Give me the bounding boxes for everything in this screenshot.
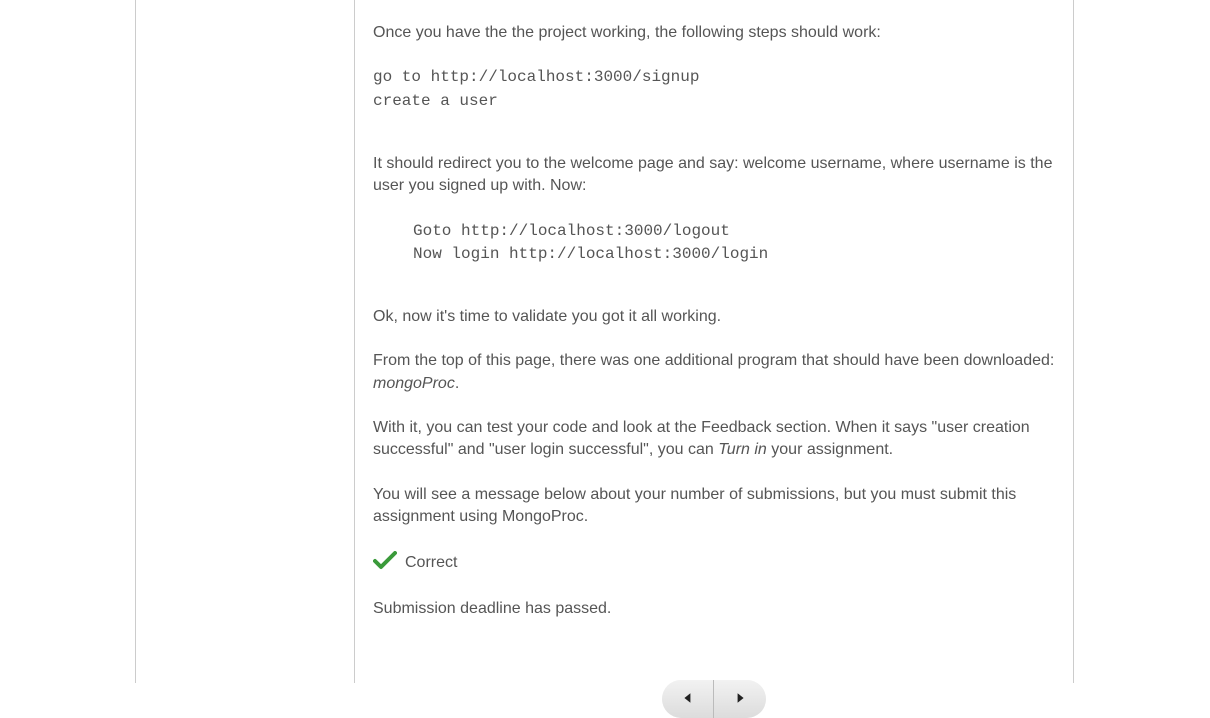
code-block-signup: go to http://localhost:3000/signup creat… (373, 66, 1055, 112)
feedback-text-post: your assignment. (767, 441, 893, 458)
submission-note: You will see a message below about your … (373, 484, 1055, 529)
turn-in-label: Turn in (718, 441, 767, 458)
download-text-pre: From the top of this page, there was one… (373, 352, 1054, 369)
feedback-text: With it, you can test your code and look… (373, 417, 1055, 462)
validate-text: Ok, now it's time to validate you got it… (373, 306, 1055, 328)
deadline-text: Submission deadline has passed. (373, 598, 1055, 620)
triangle-right-icon (734, 692, 746, 707)
checkmark-icon (373, 551, 397, 576)
code-block-logout-login: Goto http://localhost:3000/logout Now lo… (373, 220, 1055, 266)
triangle-left-icon (682, 692, 694, 707)
prev-button[interactable] (662, 680, 714, 718)
redirect-text: It should redirect you to the welcome pa… (373, 153, 1055, 198)
download-text: From the top of this page, there was one… (373, 350, 1055, 395)
page-container: Once you have the the project working, t… (0, 0, 1210, 683)
correct-label: Correct (405, 554, 457, 572)
correct-status: Correct (373, 551, 1055, 576)
content-area: Once you have the the project working, t… (355, 0, 1073, 718)
sidebar-divider (135, 0, 136, 683)
next-button[interactable] (714, 680, 766, 718)
intro-text: Once you have the the project working, t… (373, 0, 1055, 44)
feedback-text-pre: With it, you can test your code and look… (373, 419, 1030, 458)
nav-bottom (373, 680, 1055, 718)
nav-pill (662, 680, 766, 718)
download-text-post: . (455, 375, 459, 392)
mongoproc-name: mongoProc (373, 375, 455, 392)
main-content-panel: Once you have the the project working, t… (354, 0, 1074, 683)
